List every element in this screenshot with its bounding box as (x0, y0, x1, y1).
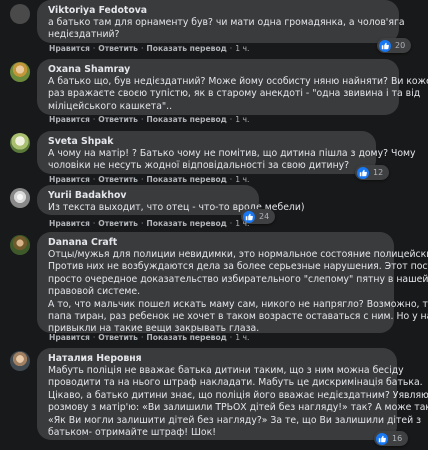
avatar[interactable] (10, 235, 30, 255)
comment-text-line: а батько там для орнаменту був? чи мати … (48, 17, 405, 28)
comment-text-line: Отцы/мужья для полиции невидимки, это но… (48, 249, 428, 260)
reactions-badge[interactable]: 20 (377, 38, 412, 53)
translate-link[interactable]: Показать перевод (146, 219, 226, 229)
like-link[interactable]: Нравится (49, 219, 90, 229)
comment-text-line: просто очередное доказательство избирате… (48, 273, 428, 285)
reactions-badge[interactable]: 16 (374, 431, 409, 446)
comment-author[interactable]: Danana Craft (48, 237, 384, 249)
separator: · (229, 333, 233, 342)
reply-link[interactable]: Ответить (98, 115, 138, 125)
avatar[interactable] (10, 351, 30, 371)
comment-actions: Нравится · Ответить · Показать перевод · 1 ч. (49, 44, 249, 54)
separator: · (229, 175, 233, 184)
reaction-count: 24 (259, 212, 270, 221)
separator: · (141, 333, 144, 342)
comment-text-line: недієздатний? (48, 29, 120, 41)
comment-text-line: правовой системе. (48, 286, 141, 298)
separator: · (92, 219, 96, 228)
reaction-count: 12 (373, 168, 384, 177)
comment-bubble: Viktoriya Fedotova а батько там для орна… (37, 0, 405, 43)
comment-time[interactable]: 1 ч. (235, 115, 249, 125)
comment-text-line: Против них не возбуждаются дела за более… (48, 261, 428, 273)
reply-link[interactable]: Ответить (98, 44, 138, 54)
comment-bubble: Наталия Неровня Мабуть поліція не вважає… (37, 348, 428, 440)
separator: · (229, 44, 233, 53)
thumbs-up-icon (379, 39, 391, 52)
separator: · (141, 175, 144, 184)
separator: · (141, 44, 144, 53)
separator: · (229, 115, 233, 124)
comment-author[interactable]: Oxana Shamray (48, 64, 389, 76)
reactions-badge[interactable]: 12 (355, 165, 390, 180)
separator: · (141, 219, 144, 228)
comment-text-line: батьком- отримайте штраф! Шок! (48, 427, 216, 439)
translate-link[interactable]: Показать перевод (146, 175, 226, 185)
comment-text-line: Из текста выходит, что отец - что-то вро… (48, 202, 305, 213)
comment-text-line: розмову з матір'ю: «Ви залишили ТРЬОХ ді… (48, 402, 428, 414)
comment-time[interactable]: 1 ч. (235, 219, 249, 229)
comment-time[interactable]: 1 ч. (235, 44, 249, 54)
translate-link[interactable]: Показать перевод (146, 44, 226, 54)
reply-link[interactable]: Ответить (98, 175, 138, 185)
like-link[interactable]: Нравится (49, 115, 90, 125)
comment-text-line: А батько що, був недієздатний? Може йому… (48, 76, 428, 87)
separator: · (92, 333, 96, 342)
comment-bubble: Danana Craft Отцы/мужья для полиции неви… (37, 232, 428, 334)
avatar[interactable] (10, 188, 30, 208)
separator: · (92, 115, 96, 124)
comment-text-line: Мабуть поліція не вважає батька дитини т… (48, 365, 404, 376)
like-link[interactable]: Нравится (49, 175, 90, 185)
comment-author[interactable]: Sveta Shpak (48, 136, 366, 148)
translate-link[interactable]: Показать перевод (146, 333, 226, 343)
translate-link[interactable]: Показать перевод (146, 115, 226, 125)
separator: · (92, 175, 96, 184)
comment-bubble: Oxana Shamray А батько що, був недієздат… (37, 59, 428, 115)
separator: · (141, 115, 144, 124)
comment-text-line: А чому на матір! ? Батько чому не поміти… (48, 148, 416, 159)
comment-text-line: проводити та на нього штраф накладати. М… (48, 377, 423, 389)
comment-text-line: раз вражаєте своєю тупістю, як в старому… (48, 88, 421, 100)
reaction-count: 20 (395, 41, 406, 50)
comment-actions: Нравится · Ответить · Показать перевод · 1 ч. (49, 115, 249, 125)
separator: · (92, 44, 96, 53)
comment-actions: Нравится · Ответить · Показать перевод · 1 ч. (49, 333, 249, 343)
reply-link[interactable]: Ответить (98, 333, 138, 343)
comment-author[interactable]: Yurii Badakhov (48, 190, 249, 202)
thumbs-up-icon (357, 166, 369, 179)
comment-bubble: Sveta Shpak А чому на матір! ? Батько чо… (37, 131, 416, 174)
comment-text-line: міліцейського кашкета".. (48, 100, 173, 112)
comment-text-line: папа тиран, раз ребенок не хочет в таком… (48, 311, 428, 323)
comment-actions: Нравится · Ответить · Показать перевод · 1 ч. (49, 219, 249, 229)
comment-time[interactable]: 1 ч. (235, 175, 249, 185)
comment-text-line: чоловіки не несуть жодної відповідальнос… (48, 160, 350, 172)
comment-author[interactable]: Наталия Неровня (48, 353, 387, 365)
like-link[interactable]: Нравится (49, 44, 90, 54)
like-link[interactable]: Нравится (49, 333, 90, 343)
comment-time[interactable]: 1 ч. (235, 333, 249, 343)
separator: · (229, 219, 233, 228)
avatar[interactable] (10, 4, 30, 24)
comment-author[interactable]: Viktoriya Fedotova (48, 5, 389, 17)
thumbs-up-icon (376, 432, 388, 445)
reply-link[interactable]: Ответить (98, 219, 138, 229)
comment-actions: Нравится · Ответить · Показать перевод · 1 ч. (49, 175, 249, 185)
comment-bubble: Yurii Badakhov Из текста выходит, что от… (37, 185, 305, 215)
reaction-count: 16 (392, 434, 403, 443)
comment-text-line: «Як Ви могли залишити дітей без нагляду?… (48, 414, 422, 426)
comment-text-line: Цікаво, а батько дитини знає, що поліція… (48, 389, 428, 401)
avatar[interactable] (10, 133, 30, 153)
avatar[interactable] (10, 62, 30, 82)
comment-text-line: А то, что мальчик пошел искать маму сам,… (48, 298, 428, 310)
